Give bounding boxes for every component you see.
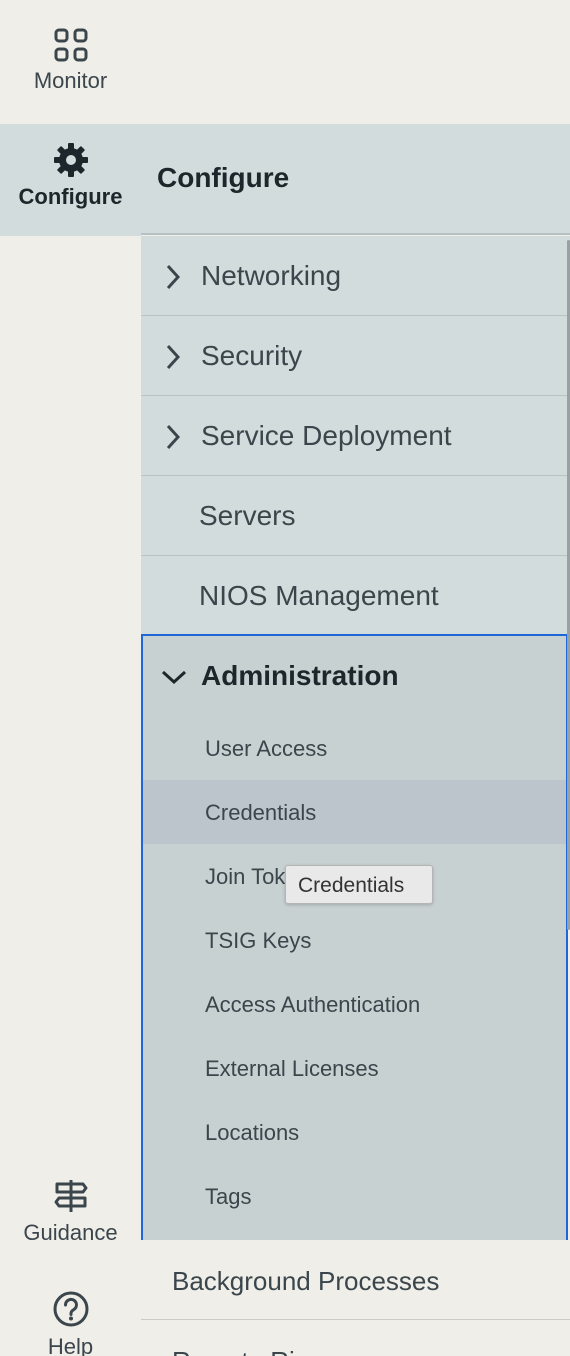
menu-item-service-deployment[interactable]: Service Deployment xyxy=(141,396,570,476)
submenu-item-user-access[interactable]: User Access xyxy=(143,716,566,780)
menu-item-label: Background Processes xyxy=(172,1266,440,1296)
chevron-right-icon xyxy=(166,264,181,290)
menu-section-administration: Administration User Access Credentials J… xyxy=(141,634,568,1240)
menu-item-label: Remote Ri xyxy=(172,1346,295,1356)
submenu-item-label: User Access xyxy=(205,736,328,761)
submenu-item-access-authentication[interactable]: Access Authentication xyxy=(143,972,566,1036)
menu-item-nios-management[interactable]: NIOS Management xyxy=(141,556,570,636)
submenu-item-locations[interactable]: Locations xyxy=(143,1100,566,1164)
rail-help[interactable]: Help xyxy=(0,1290,141,1356)
grid-icon xyxy=(54,28,87,62)
gear-icon xyxy=(53,143,88,177)
rail-configure[interactable]: Configure xyxy=(0,124,141,236)
menu-item-label: Service Deployment xyxy=(201,420,452,451)
tooltip: Credentials xyxy=(285,865,433,904)
chevron-right-icon xyxy=(166,424,181,450)
panel-header: Configure xyxy=(141,124,570,235)
menu-item-label: Servers xyxy=(199,500,296,531)
rail-monitor[interactable]: Monitor xyxy=(0,28,141,94)
configure-menu: Networking Security Service Deployment S… xyxy=(141,236,570,636)
submenu-item-label: TSIG Keys xyxy=(205,928,312,953)
signpost-icon xyxy=(54,1180,87,1212)
submenu-item-external-licenses[interactable]: External Licenses xyxy=(143,1036,566,1100)
menu-item-background-processes[interactable]: Background Processes xyxy=(141,1240,570,1320)
menu-item-label: NIOS Management xyxy=(199,580,439,611)
submenu-item-label: External Licenses xyxy=(205,1056,379,1081)
left-rail: Monitor Configure Guidance Help xyxy=(0,0,141,1356)
menu-item-label: Administration xyxy=(201,660,399,691)
rail-configure-label: Configure xyxy=(18,184,123,209)
menu-item-servers[interactable]: Servers xyxy=(141,476,570,556)
rail-guidance[interactable]: Guidance xyxy=(0,1178,141,1246)
submenu-item-label: Join Tok xyxy=(205,864,286,889)
rail-monitor-label: Monitor xyxy=(33,68,108,93)
menu-item-partial[interactable]: Remote Ri xyxy=(141,1320,570,1356)
submenu-item-label: Access Authentication xyxy=(205,992,421,1017)
rail-guidance-label: Guidance xyxy=(23,1220,118,1245)
submenu-item-tags[interactable]: Tags xyxy=(143,1164,566,1228)
submenu-item-label: Locations xyxy=(205,1120,300,1145)
chevron-down-icon xyxy=(161,670,187,685)
menu-item-label: Security xyxy=(201,340,303,371)
submenu-item-label: Tags xyxy=(205,1184,252,1209)
menu-item-networking[interactable]: Networking xyxy=(141,236,570,316)
panel-top-area xyxy=(141,0,570,124)
help-circle-icon xyxy=(53,1291,88,1327)
panel-title: Configure xyxy=(157,162,290,193)
menu-item-administration[interactable]: Administration xyxy=(143,636,566,716)
menu-item-label: Networking xyxy=(201,260,342,291)
rail-help-label: Help xyxy=(47,1334,94,1356)
chevron-right-icon xyxy=(166,344,181,370)
menu-item-security[interactable]: Security xyxy=(141,316,570,396)
submenu-item-label: Credentials xyxy=(205,800,317,825)
submenu-item-tsig-keys[interactable]: TSIG Keys xyxy=(143,908,566,972)
submenu-item-credentials[interactable]: Credentials xyxy=(143,780,566,844)
